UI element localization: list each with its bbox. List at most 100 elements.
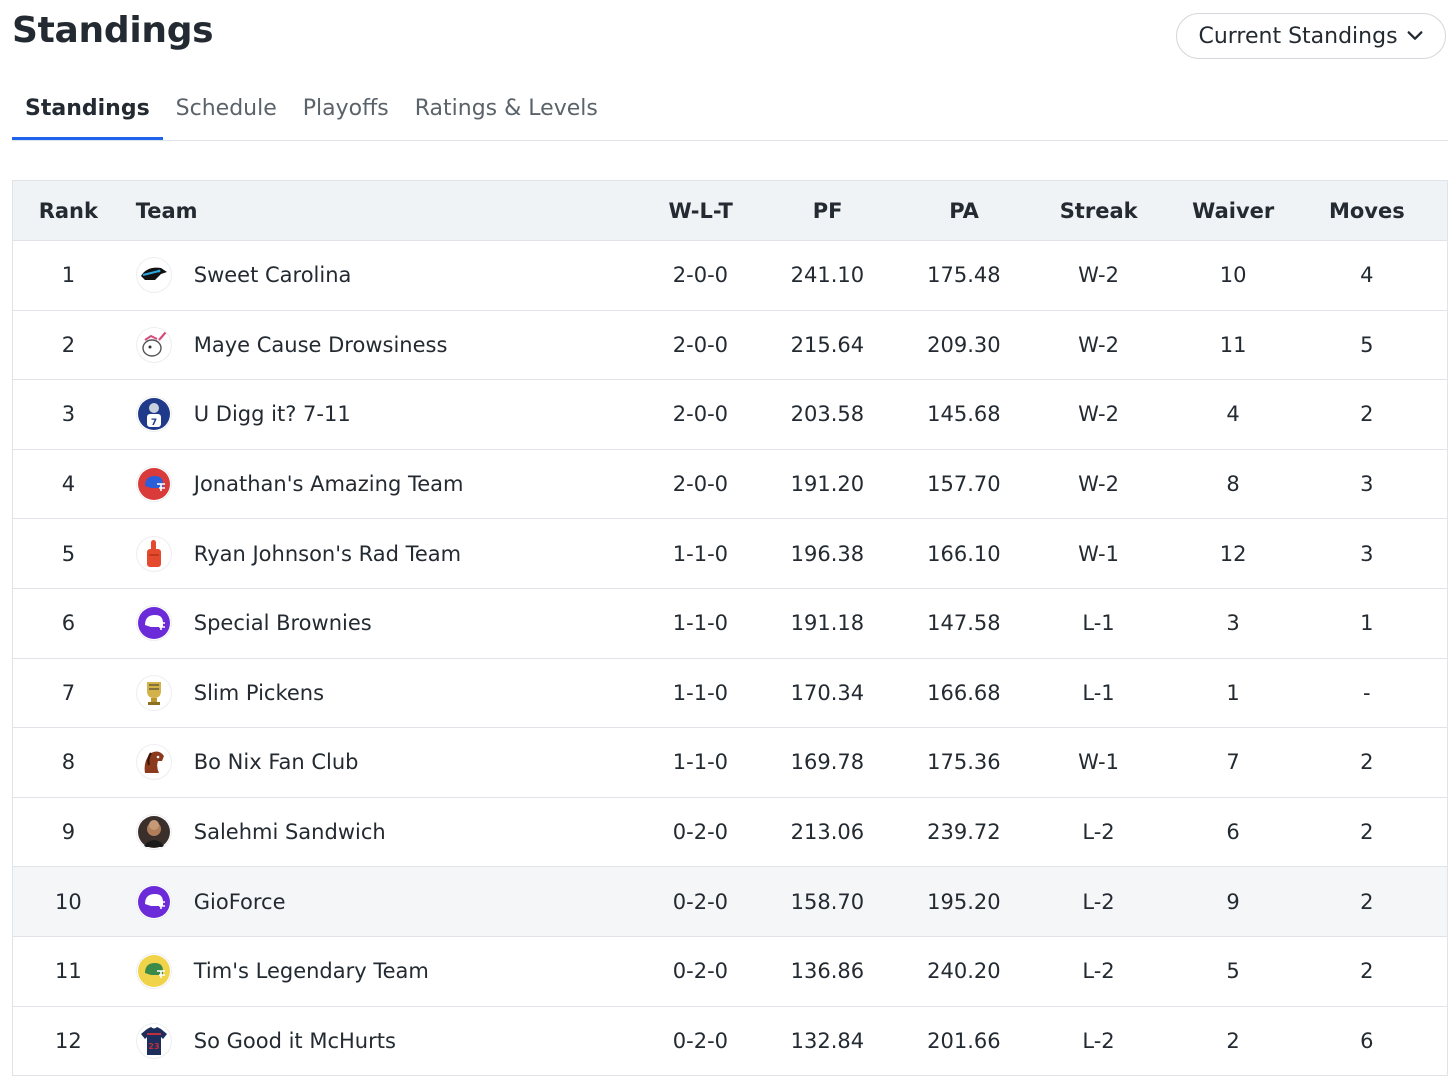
points-for-cell: 241.10 <box>790 263 865 288</box>
waiver-cell: 12 <box>1219 541 1247 566</box>
table-row[interactable]: 2 Maye Cause Drowsiness 2-0-0 215.64 209.30 W… <box>13 310 1447 381</box>
waiver-cell: 3 <box>1226 611 1240 636</box>
rank-cell: 11 <box>55 959 82 984</box>
team-cell[interactable]: Sweet Carolina <box>124 257 657 294</box>
record-cell: 1-1-0 <box>672 541 729 566</box>
moves-cell: 2 <box>1360 889 1374 914</box>
table-row[interactable]: 4 Jonathan's Amazing Team 2-0-0 191.20 157.7… <box>13 449 1447 520</box>
team-cell[interactable]: Tim's Legendary Team <box>124 953 657 990</box>
team-name-link[interactable]: Slim Pickens <box>194 681 324 705</box>
team-name-link[interactable]: Maye Cause Drowsiness <box>194 333 448 357</box>
points-against-cell: 147.58 <box>927 611 1001 636</box>
moves-cell: 2 <box>1360 959 1374 984</box>
moves-cell: 6 <box>1360 1028 1374 1053</box>
moves-cell: 2 <box>1360 820 1374 845</box>
table-row[interactable]: 10 GioForce 0-2-0 158.70 195.20 L-2 9 2 <box>13 867 1447 937</box>
streak-cell: L-1 <box>1082 680 1115 705</box>
column-header-waiver[interactable]: Waiver <box>1180 199 1287 223</box>
team-name-link[interactable]: Sweet Carolina <box>194 263 352 287</box>
table-row[interactable]: 5 Ryan Johnson's Rad Team 1-1-0 196.38 166.1… <box>13 519 1447 589</box>
team-name-link[interactable]: Salehmi Sandwich <box>194 820 386 844</box>
standings-view-dropdown[interactable]: Current Standings <box>1176 13 1446 59</box>
team-name-link[interactable]: So Good it McHurts <box>194 1029 396 1053</box>
rank-cell: 10 <box>55 889 82 914</box>
team-cell[interactable]: Maye Cause Drowsiness <box>124 326 657 363</box>
table-row[interactable]: 3 7 U Digg it? 7-11 2-0-0 203.58 145.68 W-2 4 2 <box>13 380 1447 450</box>
record-cell: 2-0-0 <box>672 472 729 497</box>
column-header-streak[interactable]: Streak <box>1018 199 1180 223</box>
moves-cell: 1 <box>1360 611 1374 636</box>
points-against-cell: 166.68 <box>927 680 1001 705</box>
waiver-cell: 11 <box>1219 332 1247 357</box>
points-for-cell: 132.84 <box>790 1028 865 1053</box>
record-cell: 2-0-0 <box>672 263 729 288</box>
team-name-link[interactable]: Bo Nix Fan Club <box>194 750 359 774</box>
moves-cell: 5 <box>1360 332 1374 357</box>
column-header-pa[interactable]: PA <box>911 199 1018 223</box>
column-header-pf[interactable]: PF <box>745 199 911 223</box>
team-cell[interactable]: Slim Pickens <box>124 674 657 711</box>
team-cell[interactable]: 23 So Good it McHurts <box>124 1022 657 1059</box>
unicorn-logo-icon <box>135 326 172 363</box>
team-name-link[interactable]: Tim's Legendary Team <box>194 959 429 983</box>
team-cell[interactable]: Salehmi Sandwich <box>124 814 657 851</box>
waiver-cell: 2 <box>1226 1028 1240 1053</box>
page-title: Standings <box>12 10 214 51</box>
table-row[interactable]: 7 Slim Pickens 1-1-0 170.34 166.68 L-1 1 - <box>13 658 1447 729</box>
points-for-cell: 213.06 <box>790 820 865 845</box>
table-row[interactable]: 12 23 So Good it McHurts 0-2-0 132.84 201.66 L… <box>13 1006 1447 1077</box>
team-cell[interactable]: Ryan Johnson's Rad Team <box>124 535 657 572</box>
team-cell[interactable]: Special Brownies <box>124 605 657 642</box>
streak-cell: W-2 <box>1078 402 1119 427</box>
record-cell: 0-2-0 <box>672 889 729 914</box>
points-against-cell: 201.66 <box>927 1028 1001 1053</box>
streak-cell: W-2 <box>1078 263 1119 288</box>
team-name-link[interactable]: GioForce <box>194 890 286 914</box>
points-against-cell: 195.20 <box>927 889 1001 914</box>
column-header-rank[interactable]: Rank <box>13 199 124 223</box>
waiver-cell: 8 <box>1226 472 1240 497</box>
helmet-logo-icon <box>135 605 172 642</box>
rank-cell: 6 <box>61 611 76 636</box>
record-cell: 0-2-0 <box>672 959 729 984</box>
team-name-link[interactable]: Ryan Johnson's Rad Team <box>194 542 461 566</box>
team-name-link[interactable]: Jonathan's Amazing Team <box>194 472 464 496</box>
team-name-link[interactable]: Special Brownies <box>194 611 372 635</box>
rank-cell: 9 <box>61 820 76 845</box>
record-cell: 0-2-0 <box>672 1028 729 1053</box>
column-header-wlt[interactable]: W-L-T <box>657 199 745 223</box>
team-cell[interactable]: Jonathan's Amazing Team <box>124 466 657 503</box>
points-for-cell: 158.70 <box>790 889 865 914</box>
streak-cell: L-2 <box>1082 889 1115 914</box>
team-name-link[interactable]: U Digg it? 7-11 <box>194 402 351 426</box>
points-for-cell: 196.38 <box>790 541 865 566</box>
rank-cell: 12 <box>55 1028 82 1053</box>
points-against-cell: 240.20 <box>927 959 1001 984</box>
column-header-team[interactable]: Team <box>124 199 657 223</box>
points-against-cell: 145.68 <box>927 402 1001 427</box>
team-cell[interactable]: 7 U Digg it? 7-11 <box>124 396 657 433</box>
team-cell[interactable]: Bo Nix Fan Club <box>124 744 657 781</box>
tab-schedule[interactable]: Schedule <box>163 90 290 140</box>
streak-cell: L-2 <box>1082 959 1115 984</box>
tab-playoffs[interactable]: Playoffs <box>290 90 402 140</box>
team-cell[interactable]: GioForce <box>124 883 657 920</box>
column-header-moves[interactable]: Moves <box>1287 199 1447 223</box>
table-row[interactable]: 1 Sweet Carolina 2-0-0 241.10 175.48 W-2 10 4 <box>13 241 1447 311</box>
table-row[interactable]: 8 Bo Nix Fan Club 1-1-0 169.78 175.36 W-1 7 2 <box>13 728 1447 798</box>
trophy-logo-icon <box>135 674 172 711</box>
tab-ratings-levels[interactable]: Ratings & Levels <box>402 90 611 140</box>
player-jersey-logo-icon: 7 <box>135 396 172 433</box>
bronco-logo-icon <box>135 744 172 781</box>
table-row[interactable]: 11 Tim's Legendary Team 0-2-0 136.86 240.20 L… <box>13 936 1447 1007</box>
table-row[interactable]: 9 Salehmi Sandwich 0-2-0 213.06 239.72 L-2 6 2 <box>13 797 1447 868</box>
waiver-cell: 10 <box>1219 263 1247 288</box>
record-cell: 1-1-0 <box>672 750 729 775</box>
standings-table: Rank Team W-L-T PF PA Streak Waiver Move… <box>12 180 1448 1077</box>
table-row[interactable]: 6 Special Brownies 1-1-0 191.18 147.58 L-1 3 1 <box>13 588 1447 659</box>
rank-cell: 4 <box>61 472 76 497</box>
points-for-cell: 136.86 <box>790 959 865 984</box>
streak-cell: W-1 <box>1078 750 1119 775</box>
tab-standings[interactable]: Standings <box>12 90 163 140</box>
points-for-cell: 203.58 <box>790 402 865 427</box>
